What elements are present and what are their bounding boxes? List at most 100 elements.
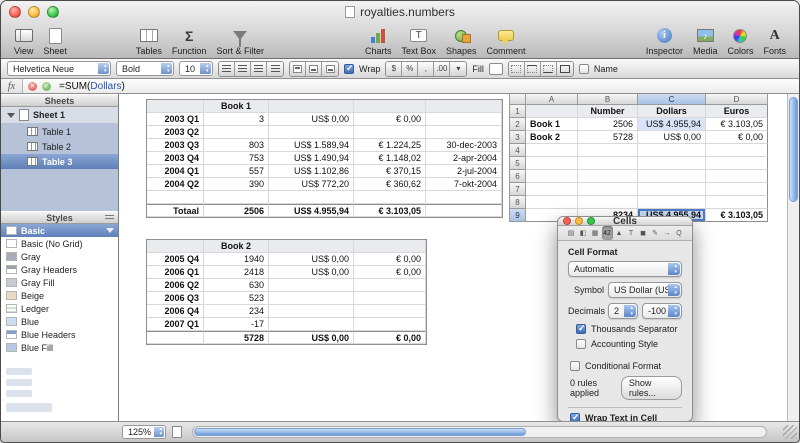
zoom-select[interactable]: 125% [122,425,167,439]
cell-b4[interactable] [578,144,638,157]
cell[interactable]: 2006 Q4 [147,305,204,318]
inspector-button[interactable]: i Inspector [646,26,683,56]
cell-a2[interactable]: Book 1 [526,118,578,131]
cancel-formula-button[interactable] [28,81,37,91]
cell[interactable]: 2006 Q2 [147,279,204,292]
cell[interactable] [269,305,354,318]
cell[interactable] [147,191,204,204]
cell[interactable] [354,240,426,253]
disclosure-triangle-icon[interactable] [7,112,15,118]
cell[interactable] [204,126,269,139]
cell[interactable] [354,100,426,113]
symbol-select[interactable]: US Dollar (US$) [608,282,682,298]
style-item-blue[interactable]: Blue [1,315,118,328]
wrap-text-checkbox[interactable] [570,412,580,421]
book1-title-cell[interactable]: Book 1 [204,100,269,113]
cells-inspector-panel[interactable]: Cells ▤ ◧ ▦ 42 ▲ T ◼ ✎ → Q Cell Format A… [557,216,693,421]
cell[interactable]: 2003 Q3 [147,139,204,152]
cell-b5[interactable] [578,157,638,170]
fill-color-well[interactable] [488,62,503,75]
cell[interactable]: US$ 0,00 [269,266,354,279]
document-inspector-tab[interactable]: ▤ [566,226,577,240]
cell[interactable] [269,100,354,113]
cell[interactable] [426,191,502,204]
sidebar-item-sheet1[interactable]: Sheet 1 [1,107,118,123]
cell[interactable]: 2006 Q1 [147,266,204,279]
cell[interactable] [354,318,426,331]
cell[interactable]: € 370,15 [354,165,426,178]
column-tab-c[interactable]: C [638,94,706,105]
cell-b3[interactable]: 5728 [578,131,638,144]
thousands-separator-checkbox[interactable] [576,323,586,334]
row-tab-6[interactable]: 6 [509,170,526,183]
sort-filter-button[interactable]: Sort & Filter [216,26,264,56]
style-item-gray[interactable]: Gray [1,250,118,263]
cell[interactable] [204,191,269,204]
cell[interactable] [269,191,354,204]
cell[interactable]: 630 [204,279,269,292]
row-tab-2[interactable]: 2 [509,118,526,131]
cell-c3[interactable]: US$ 0,00 [638,131,706,144]
horizontal-scrollbar[interactable] [192,426,767,438]
cell-a8[interactable] [526,196,578,209]
resize-grip[interactable] [783,425,797,439]
style-item-blue-headers[interactable]: Blue Headers [1,328,118,341]
cell[interactable]: 2005 Q4 [147,253,204,266]
page-view-icon[interactable] [172,426,183,438]
cell[interactable]: € 360,62 [354,178,426,191]
cell-c7[interactable] [638,183,706,196]
link-inspector-tab[interactable]: → [662,226,673,240]
cell-c1[interactable]: Dollars [638,105,706,118]
cell[interactable] [354,191,426,204]
horizontal-scrollbar-thumb[interactable] [194,428,527,436]
cell[interactable]: US$ 772,20 [269,178,354,191]
table3[interactable]: A B C D 1 Number Dollars Euros 2 Book 1 … [509,94,768,222]
cell[interactable]: € 1.148,02 [354,152,426,165]
align-center-button[interactable] [235,61,251,76]
cell-c8[interactable] [638,196,706,209]
wrap-checkbox[interactable] [344,63,354,74]
cell[interactable]: € 0,00 [354,266,426,279]
sidebar-item-table1[interactable]: Table 1 [1,124,118,139]
inspector-titlebar[interactable]: Cells [558,216,692,227]
cell-d7[interactable] [706,183,768,196]
graphic-inspector-tab[interactable]: ◼ [638,226,649,240]
text-inspector-tab[interactable]: T [626,226,637,240]
cell[interactable]: 3 [204,113,269,126]
cell[interactable]: 2003 Q4 [147,152,204,165]
sidebar-item-table2[interactable]: Table 2 [1,139,118,154]
cell[interactable]: 557 [204,165,269,178]
cell-d6[interactable] [706,170,768,183]
cell[interactable] [354,305,426,318]
style-item-gray-fill[interactable]: Gray Fill [1,276,118,289]
cell[interactable]: 2007 Q1 [147,318,204,331]
cell[interactable]: 2-jul-2004 [426,165,502,178]
cell[interactable]: 2004 Q1 [147,165,204,178]
cell[interactable] [426,126,502,139]
cell[interactable]: 523 [204,292,269,305]
cell[interactable]: 1940 [204,253,269,266]
metrics-inspector-tab[interactable]: ✎ [650,226,661,240]
cell[interactable]: € 1.224,25 [354,139,426,152]
cell[interactable]: 2003 Q1 [147,113,204,126]
conditional-format-checkbox[interactable] [570,361,580,371]
cell-c2[interactable]: US$ 4.955,94 [638,118,706,131]
text-box-button[interactable]: T Text Box [401,26,436,56]
vertical-scrollbar-thumb[interactable] [789,97,798,202]
colors-button[interactable]: Colors [727,26,753,56]
style-item-ledger[interactable]: Ledger [1,302,118,315]
cell[interactable] [354,126,426,139]
cell[interactable]: € 0,00 [354,113,426,126]
sidebar-item-table3[interactable]: Table 3 [1,154,118,169]
row-tab-1[interactable]: 1 [509,105,526,118]
cell[interactable] [147,240,204,253]
cell-a4[interactable] [526,144,578,157]
row-tab-7[interactable]: 7 [509,183,526,196]
cell-a7[interactable] [526,183,578,196]
cell[interactable]: 7-okt-2004 [426,178,502,191]
cell[interactable] [426,100,502,113]
show-rules-button[interactable]: Show rules... [620,376,682,400]
currency-format-button[interactable]: $ [386,61,403,76]
cell[interactable]: US$ 0,00 [269,113,354,126]
format-menu-button[interactable]: ▾ [450,61,467,76]
